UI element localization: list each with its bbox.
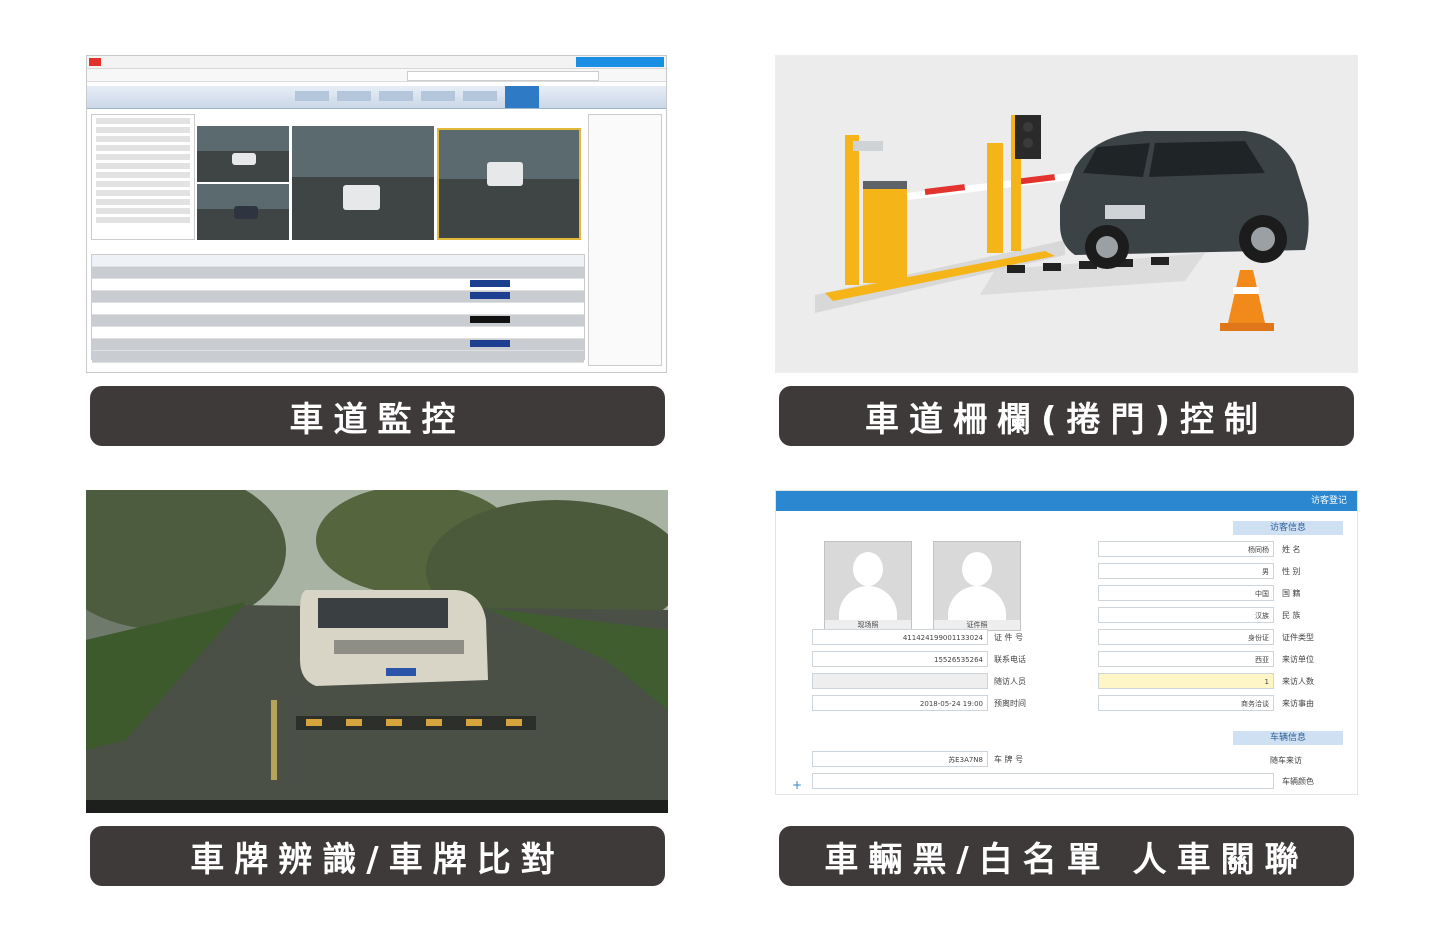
- plate-recognition-photo: [86, 490, 668, 813]
- visitor-count-field[interactable]: 1: [1098, 673, 1274, 689]
- lane-info-list: [91, 114, 195, 240]
- caption-blacklist-whitelist: 車輛黑/白名單 人車關聯: [779, 826, 1354, 886]
- section-vehicle-info: 车辆信息: [1233, 731, 1343, 745]
- vehicle-color-field[interactable]: [812, 773, 1274, 789]
- plate-number-field[interactable]: 苏E3A7N8: [812, 751, 988, 767]
- camera-view: [197, 126, 289, 182]
- app-nav-bar: [87, 86, 666, 109]
- caption-barrier-control: 車道柵欄(捲門)控制: [779, 386, 1354, 446]
- camera-view-main: [292, 126, 434, 240]
- plate-number-label: 车 牌 号: [994, 755, 1024, 764]
- form-title-bar: 访客登记: [776, 491, 1357, 511]
- nav-item-active: [505, 86, 539, 108]
- phone-label: 联系电话: [994, 655, 1026, 664]
- gender-select[interactable]: 男: [1098, 563, 1274, 579]
- visit-reason-field[interactable]: 商务洽谈: [1098, 695, 1274, 711]
- camera-view-selected: [437, 128, 581, 240]
- name-label: 姓 名: [1282, 545, 1301, 554]
- plate-cell: [470, 316, 510, 323]
- ethnicity-label: 民 族: [1282, 611, 1301, 620]
- browser-tab-bar: [87, 56, 666, 69]
- browser-address-bar: [87, 69, 666, 82]
- phone-field[interactable]: 15526535264: [812, 651, 988, 667]
- gender-label: 性 别: [1282, 567, 1301, 576]
- plate-cell: [470, 280, 510, 287]
- visitor-registration-form: 访客登记 访客信息 现场照 证件照 杨同杨 姓 名 男 性 别 中国 国 籍 汉…: [775, 490, 1358, 795]
- visit-company-field[interactable]: 西亚: [1098, 651, 1274, 667]
- barrier-gate-drawing: [775, 55, 1358, 373]
- vehicle-checkbox-label[interactable]: 随车来访: [1270, 755, 1302, 766]
- road-camera-image: [86, 490, 668, 813]
- caption-lane-monitoring: 車道監控: [90, 386, 665, 446]
- id-number-field[interactable]: 411424199001133024: [812, 629, 988, 645]
- id-type-label: 证件类型: [1282, 633, 1314, 642]
- browser-active-tab: [576, 57, 664, 67]
- visit-reason-label: 来访事由: [1282, 699, 1314, 708]
- companions-field[interactable]: [812, 673, 988, 689]
- lane-monitoring-screenshot: [86, 55, 667, 373]
- nav-item: [295, 91, 329, 101]
- plate-cell: [470, 340, 510, 347]
- id-number-label: 证 件 号: [994, 633, 1024, 642]
- caption-plate-recognition: 車牌辨識/車牌比對: [90, 826, 665, 886]
- entrance-tree-panel: [588, 114, 662, 366]
- id-photo: 现场照: [824, 541, 912, 631]
- departure-time-field[interactable]: 2018-05-24 19:00: [812, 695, 988, 711]
- vehicle-color-label: 车辆颜色: [1282, 777, 1314, 786]
- departure-time-label: 预离时间: [994, 699, 1026, 708]
- nationality-field[interactable]: 中国: [1098, 585, 1274, 601]
- camera-view: [197, 184, 289, 240]
- section-visitor-info: 访客信息: [1233, 521, 1343, 535]
- nav-item: [379, 91, 413, 101]
- nationality-label: 国 籍: [1282, 589, 1301, 598]
- plate-cell: [470, 292, 510, 299]
- nav-item: [421, 91, 455, 101]
- name-field[interactable]: 杨同杨: [1098, 541, 1274, 557]
- nav-item: [463, 91, 497, 101]
- barrier-gate-illustration: [775, 55, 1358, 373]
- visitor-count-label: 来访人数: [1282, 677, 1314, 686]
- passage-record-table: [91, 254, 585, 363]
- nav-item: [337, 91, 371, 101]
- visit-company-label: 来访单位: [1282, 655, 1314, 664]
- ethnicity-field[interactable]: 汉族: [1098, 607, 1274, 623]
- companions-label: 随访人员: [994, 677, 1026, 686]
- id-type-select[interactable]: 身份证: [1098, 629, 1274, 645]
- scene-photo: 证件照: [933, 541, 1021, 631]
- add-icon[interactable]: +: [792, 778, 802, 792]
- close-tab-icon: [89, 58, 101, 66]
